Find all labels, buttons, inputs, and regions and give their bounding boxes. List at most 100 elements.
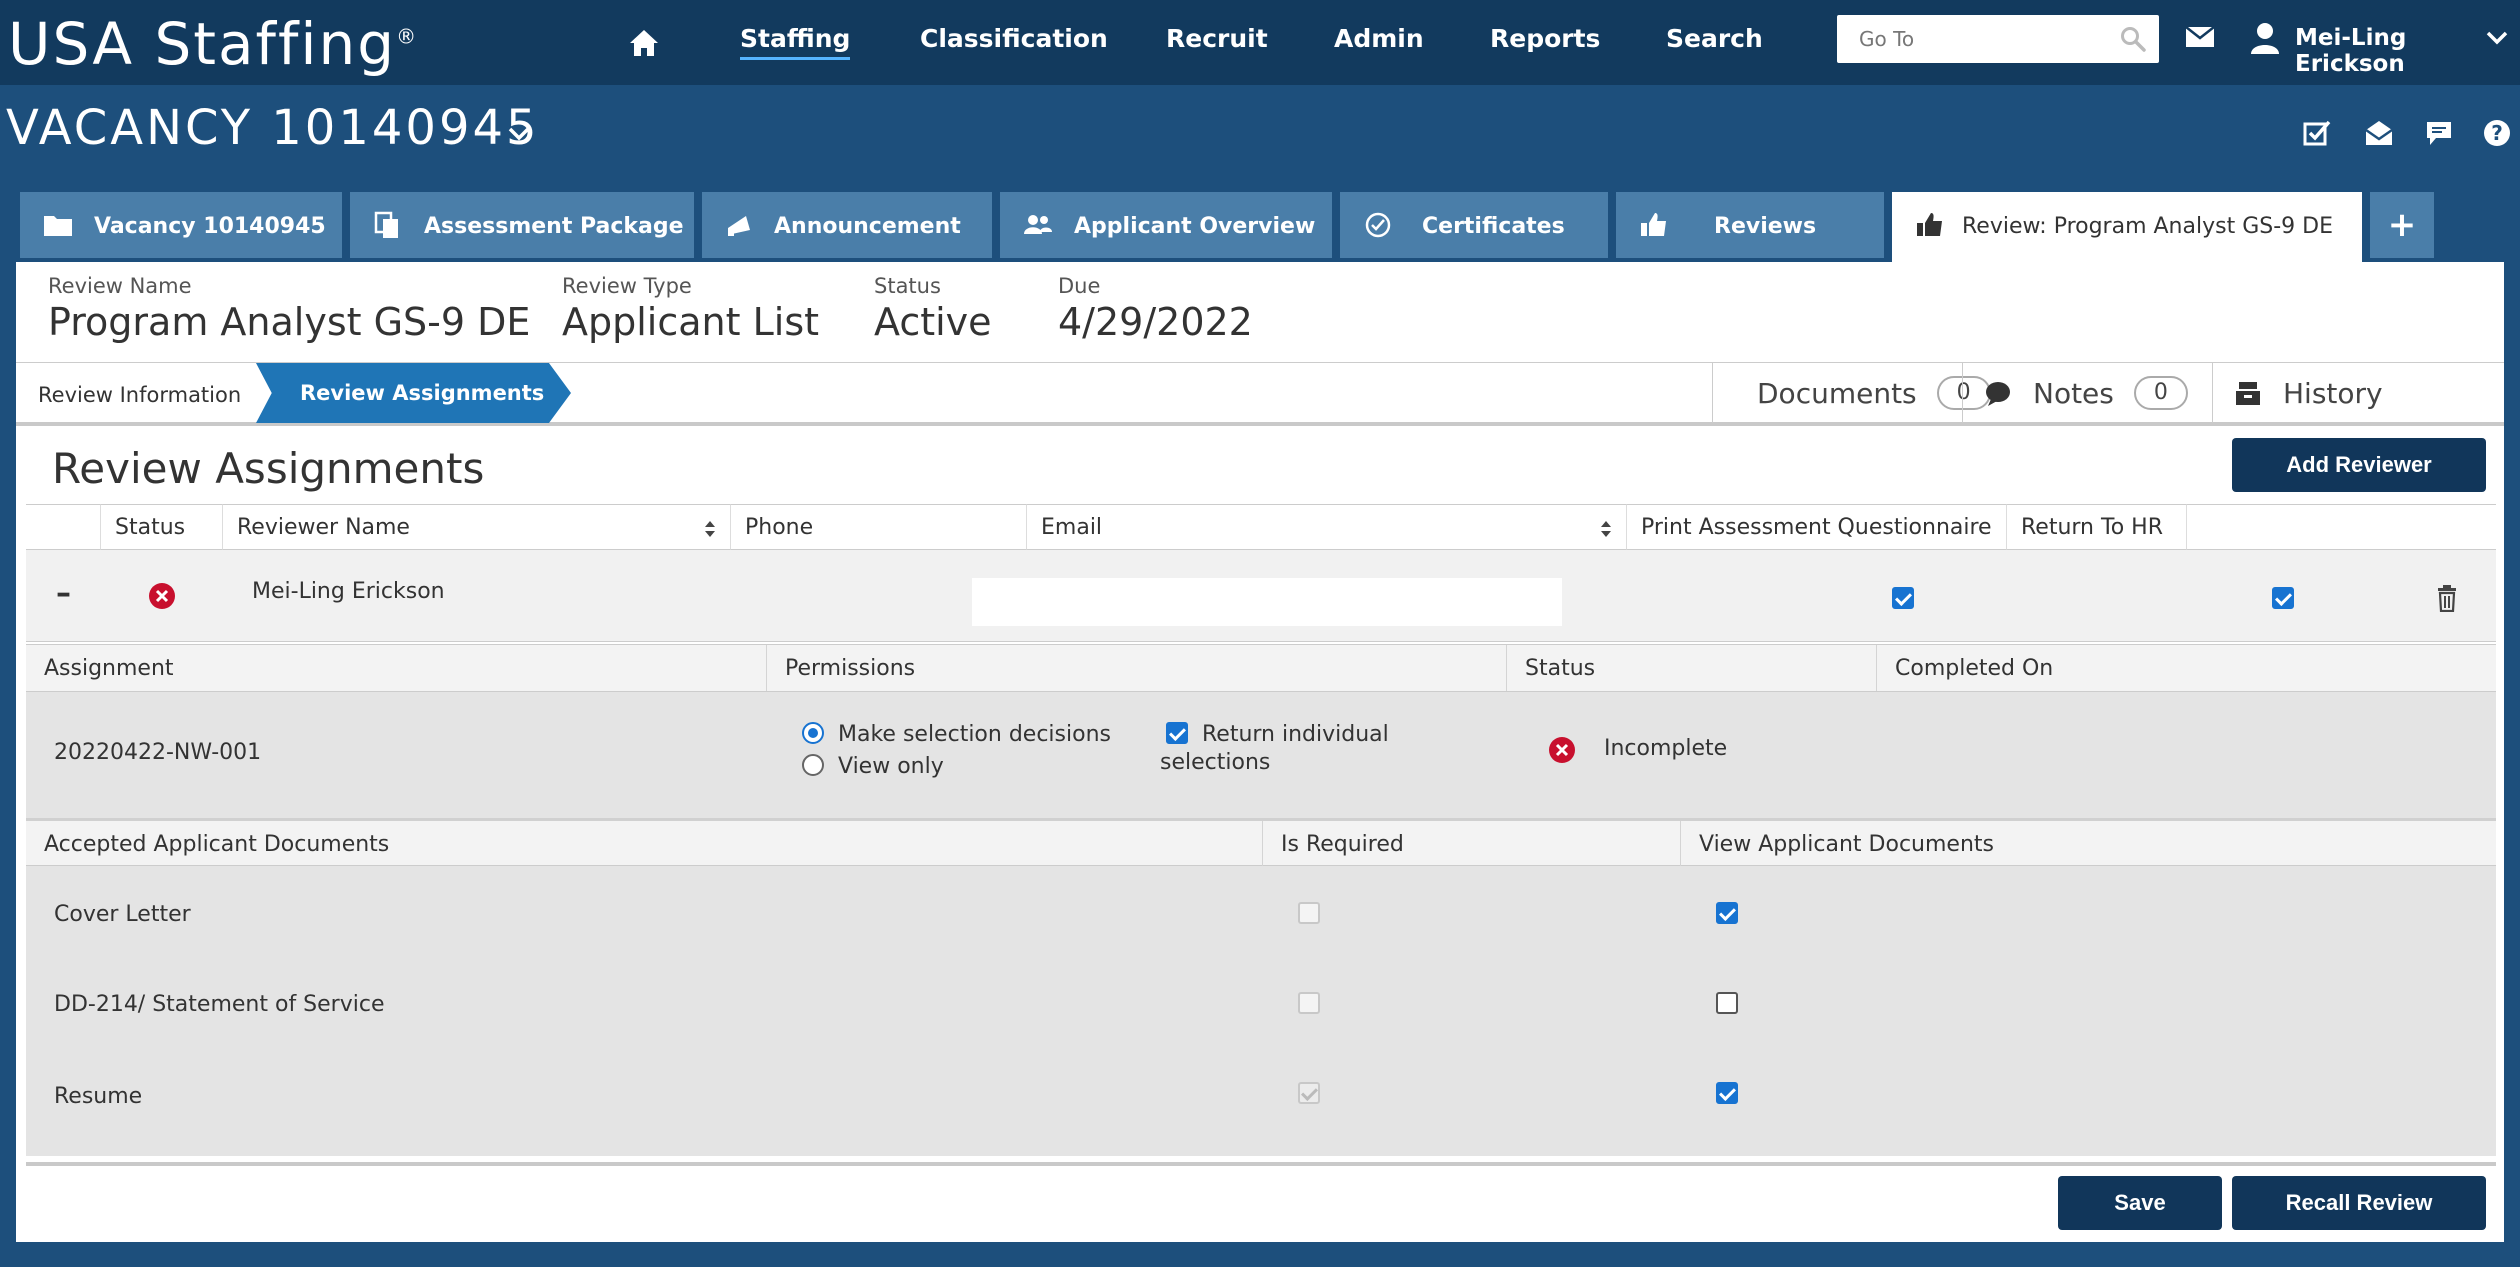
review-type-value: Applicant List xyxy=(562,300,820,344)
make-selection-radio[interactable] xyxy=(802,722,824,744)
sort-icon[interactable] xyxy=(1600,519,1612,539)
logo-registered-mark: ® xyxy=(396,24,419,49)
is-required-column-header: Is Required xyxy=(1262,821,1680,867)
nav-classification[interactable]: Classification xyxy=(920,24,1108,53)
nav-reports[interactable]: Reports xyxy=(1490,24,1600,53)
nav-staffing[interactable]: Staffing xyxy=(740,24,851,60)
review-panel: Review Name Program Analyst GS-9 DE Revi… xyxy=(16,262,2504,1242)
mail-icon[interactable] xyxy=(2185,25,2215,49)
thumbs-up-icon xyxy=(1641,213,1666,236)
review-status-label: Status xyxy=(874,274,941,298)
phone-column-header: Phone xyxy=(730,504,1026,550)
goto-input[interactable] xyxy=(1837,15,2159,63)
chat-icon[interactable] xyxy=(2424,118,2454,148)
cover-letter-view-checkbox[interactable] xyxy=(1716,902,1738,924)
tab-label: Announcement xyxy=(774,214,961,239)
user-icon[interactable] xyxy=(2250,22,2280,54)
users-icon xyxy=(1024,215,1052,234)
search-icon[interactable] xyxy=(2120,26,2146,52)
reviewer-name-column-header[interactable]: Reviewer Name xyxy=(222,504,730,550)
nav-recruit[interactable]: Recruit xyxy=(1166,24,1268,53)
comment-icon xyxy=(1986,382,2010,406)
thumbs-up-icon xyxy=(1917,213,1942,236)
chevron-down-icon[interactable] xyxy=(2486,30,2508,46)
assignment-row: 20220422-NW-001 Make selection decisions… xyxy=(26,692,2496,818)
envelope-open-icon[interactable] xyxy=(2364,118,2394,148)
review-due-field: Due 4/29/2022 xyxy=(1058,274,1253,344)
tab-certificates[interactable]: Certificates xyxy=(1340,192,1608,258)
dd214-required-checkbox xyxy=(1298,992,1320,1014)
logo-text: USA Staffing xyxy=(8,10,397,78)
tab-label: Applicant Overview xyxy=(1074,214,1316,239)
tab-reviews[interactable]: Reviews xyxy=(1616,192,1884,258)
make-selection-label[interactable]: Make selection decisions xyxy=(838,722,1111,747)
review-subnav: Review Information Review Assignments Do… xyxy=(16,362,2504,426)
chevron-down-icon[interactable] xyxy=(508,126,530,142)
tab-announcement[interactable]: Announcement xyxy=(702,192,992,258)
review-due-label: Due xyxy=(1058,274,1101,298)
nav-admin[interactable]: Admin xyxy=(1334,24,1424,53)
history-tab[interactable]: History xyxy=(2212,363,2504,423)
return-to-hr-column-header: Return To HR xyxy=(2006,504,2186,550)
tab-applicant-overview[interactable]: Applicant Overview xyxy=(1000,192,1332,258)
section-title: Review Assignments xyxy=(52,444,485,493)
add-reviewer-button[interactable]: Add Reviewer xyxy=(2232,438,2486,492)
task-check-icon[interactable] xyxy=(2302,118,2332,148)
return-individual-label-line2[interactable]: selections xyxy=(1160,750,1270,775)
tab-assessment-package[interactable]: Assessment Package xyxy=(350,192,694,258)
vacancy-title[interactable]: VACANCY 10140945 xyxy=(6,100,540,156)
reviewer-row: – Mei-Ling Erickson xyxy=(26,550,2496,642)
nav-search[interactable]: Search xyxy=(1666,24,1763,53)
documents-header-row: Accepted Applicant Documents Is Required… xyxy=(26,818,2496,867)
tab-review-program-analyst[interactable]: Review: Program Analyst GS-9 DE xyxy=(1892,192,2362,262)
save-button[interactable]: Save xyxy=(2058,1176,2222,1230)
documents-tab[interactable]: Documents 0 xyxy=(1712,363,1991,423)
return-individual-label[interactable]: Return individual xyxy=(1202,722,1389,747)
email-value-field xyxy=(972,578,1562,626)
actions-column-header xyxy=(2186,504,2496,550)
view-only-radio[interactable] xyxy=(802,754,824,776)
review-assignments-link[interactable]: Review Assignments xyxy=(256,363,571,423)
add-tab-button[interactable]: + xyxy=(2370,192,2434,258)
tab-label: Review: Program Analyst GS-9 DE xyxy=(1962,214,2333,239)
check-circle-icon xyxy=(1365,212,1391,238)
view-only-label[interactable]: View only xyxy=(838,754,944,779)
review-name-field: Review Name Program Analyst GS-9 DE xyxy=(48,274,530,344)
resume-view-checkbox[interactable] xyxy=(1716,1082,1738,1104)
assignment-column-header: Assignment xyxy=(44,655,174,681)
sort-icon[interactable] xyxy=(704,519,716,539)
top-navbar: USA Staffing® Staffing Classification Re… xyxy=(0,0,2520,85)
document-name: DD-214/ Statement of Service xyxy=(54,992,385,1017)
return-individual-checkbox[interactable] xyxy=(1166,722,1188,744)
review-name-label: Review Name xyxy=(48,274,192,298)
review-information-link[interactable]: Review Information xyxy=(38,383,241,407)
document-name: Resume xyxy=(54,1084,143,1109)
print-questionnaire-checkbox[interactable] xyxy=(1892,587,1914,609)
reviewer-name[interactable]: Mei-Ling Erickson xyxy=(252,579,445,604)
return-to-hr-checkbox[interactable] xyxy=(2272,587,2294,609)
history-label: History xyxy=(2283,376,2383,410)
notes-tab[interactable]: Notes 0 xyxy=(1962,363,2212,423)
usa-staffing-logo[interactable]: USA Staffing® xyxy=(8,10,418,78)
cover-letter-required-checkbox xyxy=(1298,902,1320,924)
reviewer-name-header-label: Reviewer Name xyxy=(237,514,410,540)
permissions-column-header: Permissions xyxy=(766,645,1506,691)
tab-label: Assessment Package xyxy=(424,214,684,239)
status-column-header: Status xyxy=(100,504,222,550)
email-column-header[interactable]: Email xyxy=(1026,504,1626,550)
document-name: Cover Letter xyxy=(54,902,191,927)
trash-icon[interactable] xyxy=(2436,584,2458,612)
archive-icon xyxy=(2236,382,2260,405)
review-name-value: Program Analyst GS-9 DE xyxy=(48,300,531,344)
help-icon[interactable]: ? xyxy=(2482,118,2512,148)
tab-label: Vacancy 10140945 xyxy=(94,214,326,239)
collapse-toggle[interactable]: – xyxy=(56,576,71,611)
assignment-header-row: Assignment Permissions Status Completed … xyxy=(26,644,2496,692)
dd214-view-checkbox[interactable] xyxy=(1716,992,1738,1014)
tab-vacancy[interactable]: Vacancy 10140945 xyxy=(20,192,342,258)
home-icon[interactable] xyxy=(628,28,660,58)
assignment-status-column-header: Status xyxy=(1506,645,1876,691)
resume-required-checkbox xyxy=(1298,1082,1320,1104)
completed-on-column-header: Completed On xyxy=(1876,645,2496,691)
recall-review-button[interactable]: Recall Review xyxy=(2232,1176,2486,1230)
